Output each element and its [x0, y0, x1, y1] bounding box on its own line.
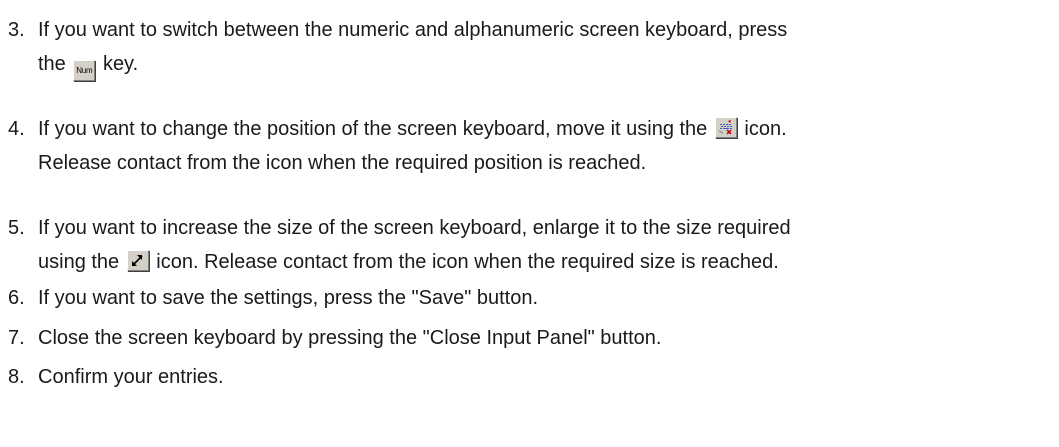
step-3: 3. If you want to switch between the nume… [8, 13, 1053, 81]
step-number: 4. [8, 118, 25, 140]
step-text: the [38, 53, 66, 75]
step-number: 3. [8, 19, 25, 41]
step-text: If you want to increase the size of the … [38, 217, 791, 239]
step-text: Close the screen keyboard by pressing th… [38, 327, 662, 349]
step-3-line-1: 3. If you want to switch between the nume… [8, 13, 1053, 47]
step-4: 4. If you want to change the position of … [8, 112, 1053, 180]
step-text: If you want to switch between the numeri… [38, 19, 788, 41]
step-number: 8. [8, 366, 25, 388]
step-text: key. [102, 53, 139, 75]
step-text: Confirm your entries. [38, 366, 224, 388]
step-8: 8. Confirm your entries. [8, 360, 1053, 394]
step-4-line-1: 4. If you want to change the position of … [8, 112, 1053, 146]
step-text: icon. [744, 118, 787, 140]
step-4-line-2: Release contact from the icon when the r… [8, 146, 1053, 180]
step-number: 7. [8, 327, 25, 349]
step-number: 5. [8, 217, 25, 239]
num-key-icon: Num [73, 60, 96, 81]
step-text: using the [38, 251, 120, 273]
instruction-steps: 3. If you want to switch between the nume… [0, 0, 1059, 447]
step-text: If you want to save the settings, press … [38, 287, 539, 309]
step-5-line-1: 5. If you want to increase the size of th… [8, 211, 1053, 245]
step-text: Release contact from the icon when the r… [38, 152, 647, 174]
step-text: If you want to change the position of th… [38, 118, 708, 140]
move-keyboard-icon [714, 117, 737, 138]
step-number: 6. [8, 287, 25, 309]
step-5-line-2: using the icon. Release contact from the… [8, 245, 1053, 279]
step-text: icon. Release contact from the icon when… [156, 251, 779, 273]
step-6: 6. If you want to save the settings, pres… [8, 281, 1053, 315]
resize-icon [126, 250, 149, 271]
step-5: 5. If you want to increase the size of th… [8, 211, 1053, 279]
step-3-line-2: the Num key. [8, 47, 1053, 81]
step-7: 7. Close the screen keyboard by pressing … [8, 321, 1053, 355]
